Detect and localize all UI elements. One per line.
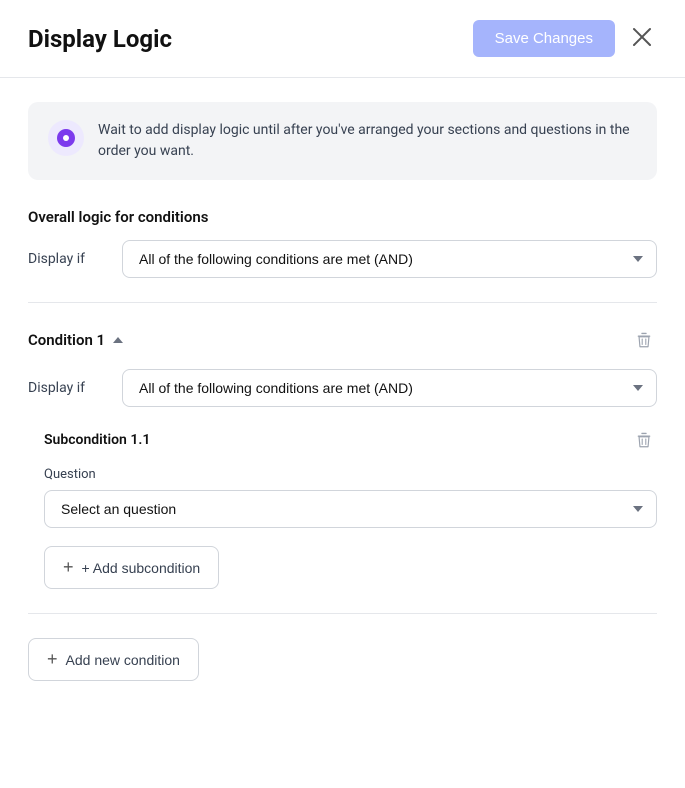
condition-1-dropdown[interactable]: All of the following conditions are met … [122,369,657,407]
overall-logic-field-row: Display if All of the following conditio… [28,240,657,278]
condition-1-title-wrap: Condition 1 [28,331,123,349]
content: Wait to add display logic until after yo… [0,78,685,705]
info-icon-wrap [48,120,84,156]
info-banner-text: Wait to add display logic until after yo… [98,120,637,162]
page-title: Display Logic [28,25,172,53]
save-button[interactable]: Save Changes [473,20,615,57]
overall-logic-dropdown-wrapper: All of the following conditions are met … [122,240,657,278]
divider-2 [28,613,657,614]
condition-1-display-if-row: Display if All of the following conditio… [28,369,657,407]
add-condition-button[interactable]: + Add new condition [28,638,199,681]
subcondition-1-1-delete-button[interactable] [631,427,657,453]
overall-logic-section: Overall logic for conditions Display if … [28,208,657,278]
overall-logic-title: Overall logic for conditions [28,208,657,226]
condition-1-delete-button[interactable] [631,327,657,353]
info-banner: Wait to add display logic until after yo… [28,102,657,180]
add-subcondition-button[interactable]: + + Add subcondition [44,546,219,589]
condition-1-dropdown-wrapper: All of the following conditions are met … [122,369,657,407]
condition-1-title: Condition 1 [28,331,105,349]
add-subcondition-label: + Add subcondition [82,560,201,576]
overall-display-if-label: Display if [28,251,108,267]
subcondition-1-1-title: Subcondition 1.1 [44,432,150,448]
trash-icon [635,331,653,349]
header: Display Logic Save Changes [0,0,685,78]
subcondition-1-1-header: Subcondition 1.1 [44,427,657,453]
overall-logic-dropdown[interactable]: All of the following conditions are met … [122,240,657,278]
close-button[interactable] [627,22,657,56]
subcondition-1-1-block: Subcondition 1.1 Question Select an ques… [44,427,657,589]
condition-block-1: Condition 1 Display if All of the follow… [28,327,657,589]
condition-1-chevron-up-icon [113,337,123,343]
question-label: Question [44,467,657,482]
header-actions: Save Changes [473,20,657,57]
add-condition-label: Add new condition [66,652,180,668]
add-subcondition-plus-icon: + [63,557,74,578]
question-dropdown[interactable]: Select an question [44,490,657,528]
subcondition-trash-icon [635,431,653,449]
condition-1-display-if-label: Display if [28,380,108,396]
info-icon [57,129,75,147]
add-condition-plus-icon: + [47,649,58,670]
close-icon [631,26,653,48]
question-dropdown-wrapper: Select an question [44,490,657,528]
condition-1-header: Condition 1 [28,327,657,353]
divider-1 [28,302,657,303]
